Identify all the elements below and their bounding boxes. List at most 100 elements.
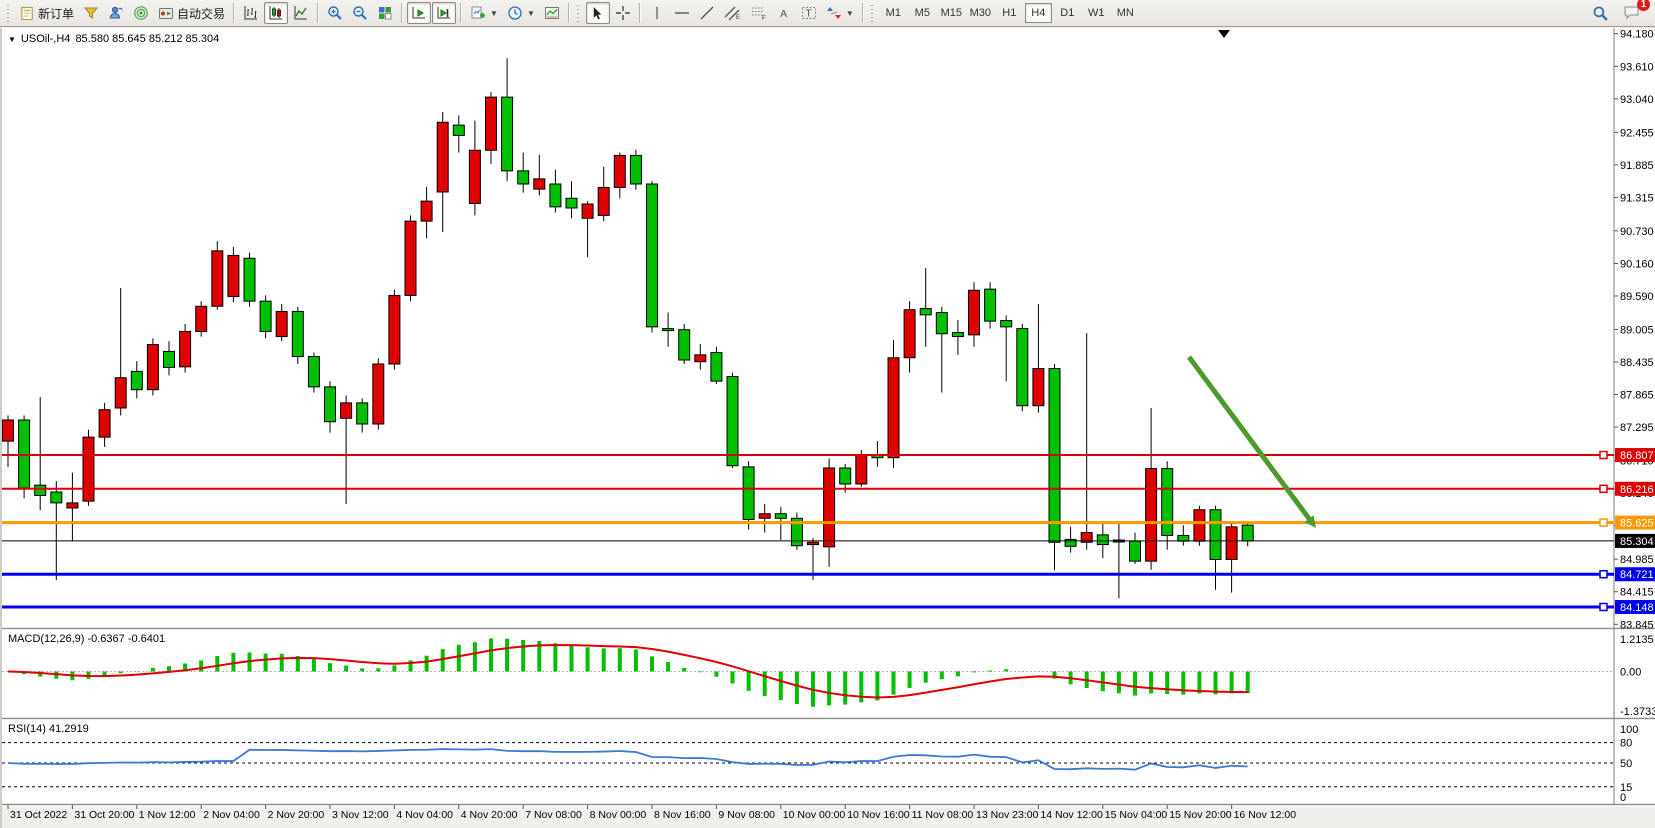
candlestick-chart-button[interactable] bbox=[264, 2, 288, 24]
candle-body[interactable] bbox=[518, 171, 529, 184]
notifications-button[interactable]: 1 bbox=[1619, 2, 1645, 24]
auto-scroll-button[interactable] bbox=[407, 2, 431, 24]
text-button[interactable]: A bbox=[772, 2, 796, 24]
candle-body[interactable] bbox=[1162, 469, 1173, 536]
candle-body[interactable] bbox=[292, 311, 303, 356]
candle-body[interactable] bbox=[453, 125, 464, 135]
new-chart-button[interactable]: ▼ bbox=[466, 2, 502, 24]
timeframe-button-M5[interactable]: M5 bbox=[909, 3, 936, 23]
candle-body[interactable] bbox=[196, 306, 207, 331]
candle-body[interactable] bbox=[840, 468, 851, 484]
toolbar-grip[interactable] bbox=[577, 4, 582, 22]
candle-body[interactable] bbox=[19, 420, 30, 488]
candle-body[interactable] bbox=[357, 403, 368, 424]
candle-body[interactable] bbox=[566, 198, 577, 208]
candle-body[interactable] bbox=[67, 503, 78, 508]
candle-body[interactable] bbox=[373, 364, 384, 424]
crosshair-button[interactable] bbox=[611, 2, 635, 24]
candle-body[interactable] bbox=[1178, 535, 1189, 541]
candle-body[interactable] bbox=[325, 387, 336, 422]
candle-body[interactable] bbox=[534, 179, 545, 189]
candle-body[interactable] bbox=[244, 258, 255, 301]
candle-body[interactable] bbox=[1210, 510, 1221, 560]
candle-body[interactable] bbox=[969, 290, 980, 335]
new-order-button[interactable]: 新订单 bbox=[16, 2, 78, 24]
candle-body[interactable] bbox=[486, 97, 497, 150]
arrows-button[interactable]: ▼ bbox=[822, 2, 858, 24]
equidistant-channel-button[interactable]: E bbox=[720, 2, 745, 24]
candle-body[interactable] bbox=[808, 542, 819, 544]
candle-body[interactable] bbox=[1226, 527, 1237, 560]
line-chart-button[interactable] bbox=[289, 2, 313, 24]
contacts-button[interactable] bbox=[104, 2, 128, 24]
market-watch-button[interactable] bbox=[79, 2, 103, 24]
candle-body[interactable] bbox=[1033, 369, 1044, 406]
candle-body[interactable] bbox=[711, 353, 722, 382]
line-handle[interactable] bbox=[1600, 571, 1607, 578]
candle-body[interactable] bbox=[115, 378, 126, 408]
vertical-line-button[interactable] bbox=[645, 2, 669, 24]
candle-body[interactable] bbox=[469, 150, 480, 203]
candle-body[interactable] bbox=[276, 311, 287, 336]
candle-body[interactable] bbox=[759, 514, 770, 519]
candle-body[interactable] bbox=[614, 155, 625, 187]
candle-body[interactable] bbox=[308, 357, 319, 387]
candle-body[interactable] bbox=[824, 468, 835, 547]
candle-body[interactable] bbox=[695, 355, 706, 362]
bar-chart-button[interactable] bbox=[239, 2, 263, 24]
horizontal-line-button[interactable] bbox=[670, 2, 694, 24]
line-handle[interactable] bbox=[1600, 485, 1607, 492]
candle-body[interactable] bbox=[1242, 525, 1253, 541]
candle-body[interactable] bbox=[904, 310, 915, 358]
line-handle[interactable] bbox=[1600, 603, 1607, 610]
candle-body[interactable] bbox=[131, 371, 142, 389]
chart-shift-button[interactable] bbox=[432, 2, 456, 24]
candle-body[interactable] bbox=[3, 420, 14, 441]
candle-body[interactable] bbox=[228, 255, 239, 296]
candle-body[interactable] bbox=[647, 184, 658, 327]
signals-button[interactable] bbox=[129, 2, 153, 24]
candle-body[interactable] bbox=[341, 403, 352, 418]
candle-body[interactable] bbox=[389, 295, 400, 364]
timeframe-button-MN[interactable]: MN bbox=[1112, 3, 1139, 23]
candle-body[interactable] bbox=[212, 251, 223, 306]
line-handle[interactable] bbox=[1600, 452, 1607, 459]
candle-body[interactable] bbox=[727, 377, 738, 466]
periods-button[interactable]: ▼ bbox=[503, 2, 539, 24]
timeframe-button-M1[interactable]: M1 bbox=[880, 3, 907, 23]
auto-trading-button[interactable]: 自动交易 bbox=[154, 2, 229, 24]
collapse-triangle-icon[interactable]: ▼ bbox=[8, 35, 16, 44]
tile-windows-button[interactable] bbox=[373, 2, 397, 24]
chart-window[interactable]: ▼ USOil-,H4 85.580 85.645 85.212 85.304 … bbox=[0, 28, 1655, 828]
candle-body[interactable] bbox=[743, 467, 754, 520]
candle-body[interactable] bbox=[421, 201, 432, 221]
candle-body[interactable] bbox=[985, 289, 996, 321]
candle-body[interactable] bbox=[502, 97, 513, 171]
candle-body[interactable] bbox=[1146, 469, 1157, 562]
candle-body[interactable] bbox=[260, 301, 271, 331]
candle-body[interactable] bbox=[630, 155, 641, 184]
candle-body[interactable] bbox=[936, 313, 947, 334]
candle-body[interactable] bbox=[437, 122, 448, 192]
candle-body[interactable] bbox=[598, 187, 609, 215]
candle-body[interactable] bbox=[1001, 321, 1012, 327]
cursor-button[interactable] bbox=[586, 2, 610, 24]
candle-body[interactable] bbox=[99, 410, 110, 437]
candle-body[interactable] bbox=[51, 492, 62, 503]
text-label-button[interactable]: T bbox=[797, 2, 821, 24]
candle-body[interactable] bbox=[952, 333, 963, 337]
candle-body[interactable] bbox=[405, 221, 416, 295]
candle-body[interactable] bbox=[164, 351, 175, 367]
toolbar-grip[interactable] bbox=[7, 4, 12, 22]
chart-canvas[interactable]: 94.18093.61093.04092.45591.88591.31590.7… bbox=[2, 28, 1655, 828]
candle-body[interactable] bbox=[679, 330, 690, 360]
toolbar-grip[interactable] bbox=[871, 4, 876, 22]
timeframe-button-H1[interactable]: H1 bbox=[996, 3, 1023, 23]
candle-body[interactable] bbox=[1194, 510, 1205, 541]
timeframe-button-M30[interactable]: M30 bbox=[967, 3, 994, 23]
search-button[interactable] bbox=[1588, 2, 1613, 24]
chart-properties-button[interactable] bbox=[540, 2, 564, 24]
candle-body[interactable] bbox=[1017, 329, 1028, 406]
timeframe-button-H4[interactable]: H4 bbox=[1025, 3, 1052, 23]
line-handle[interactable] bbox=[1600, 519, 1607, 526]
